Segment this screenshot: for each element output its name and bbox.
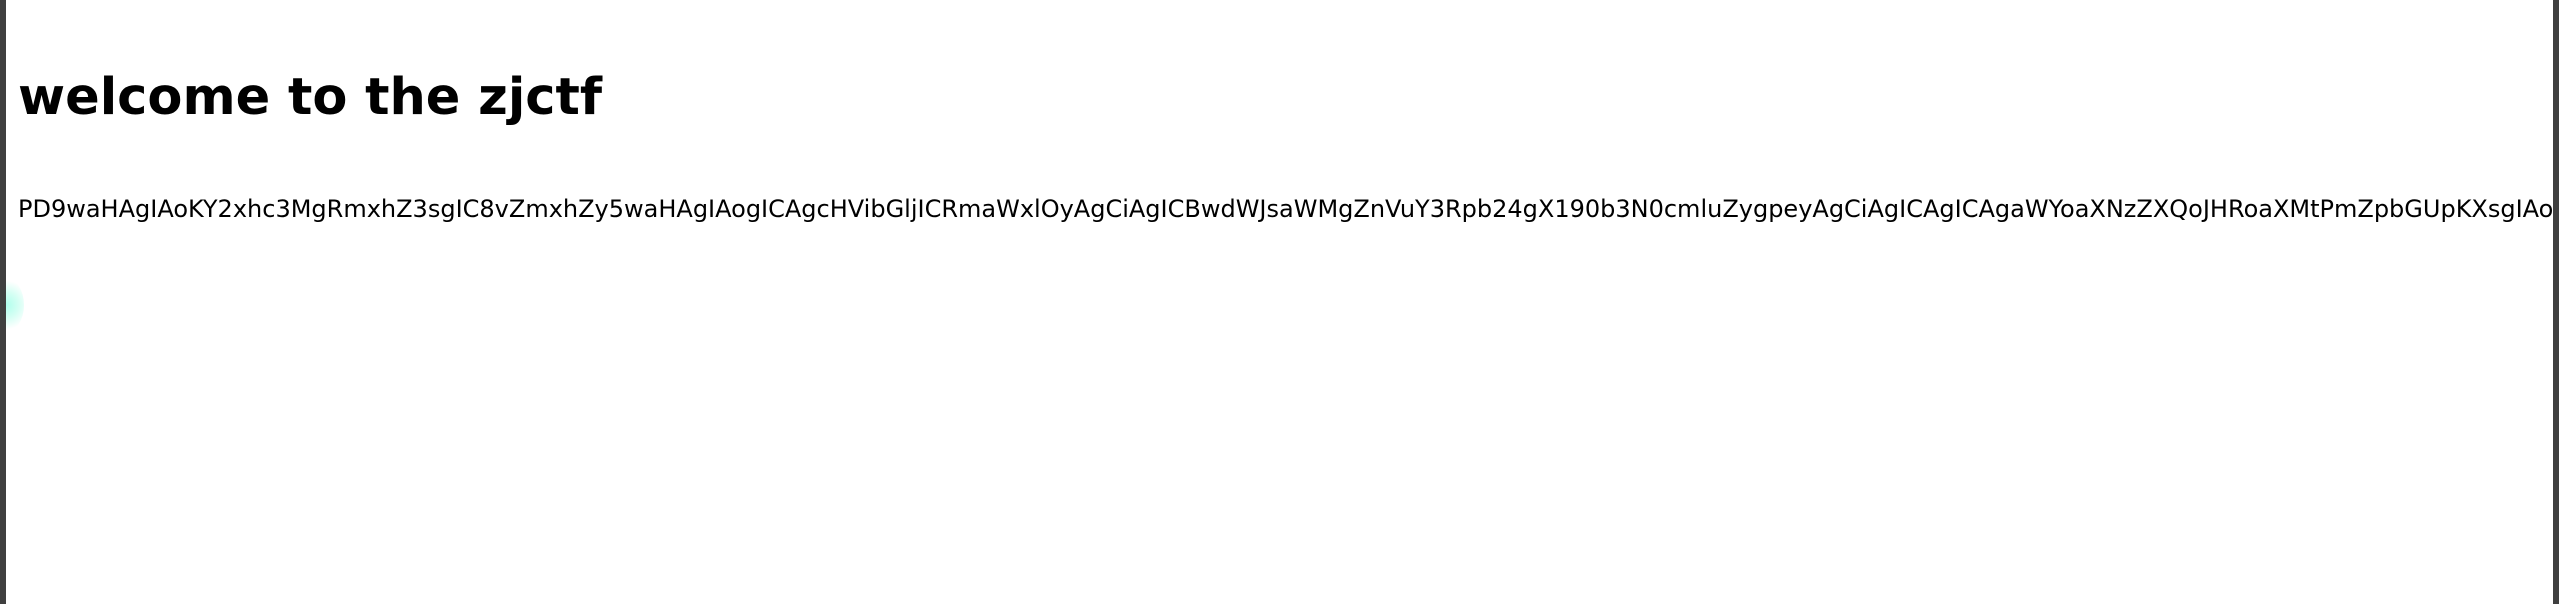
- encoded-source-text: PD9waHAgIAoKY2xhc3MgRmxhZ3sgIC8vZmxhZy5w…: [18, 195, 2553, 223]
- browser-viewport: welcome to the zjctf PD9waHAgIAoKY2xhc3M…: [6, 0, 2553, 604]
- page-title: welcome to the zjctf: [18, 68, 603, 127]
- window-right-border: [2553, 0, 2559, 604]
- edge-highlight-icon: [6, 278, 24, 332]
